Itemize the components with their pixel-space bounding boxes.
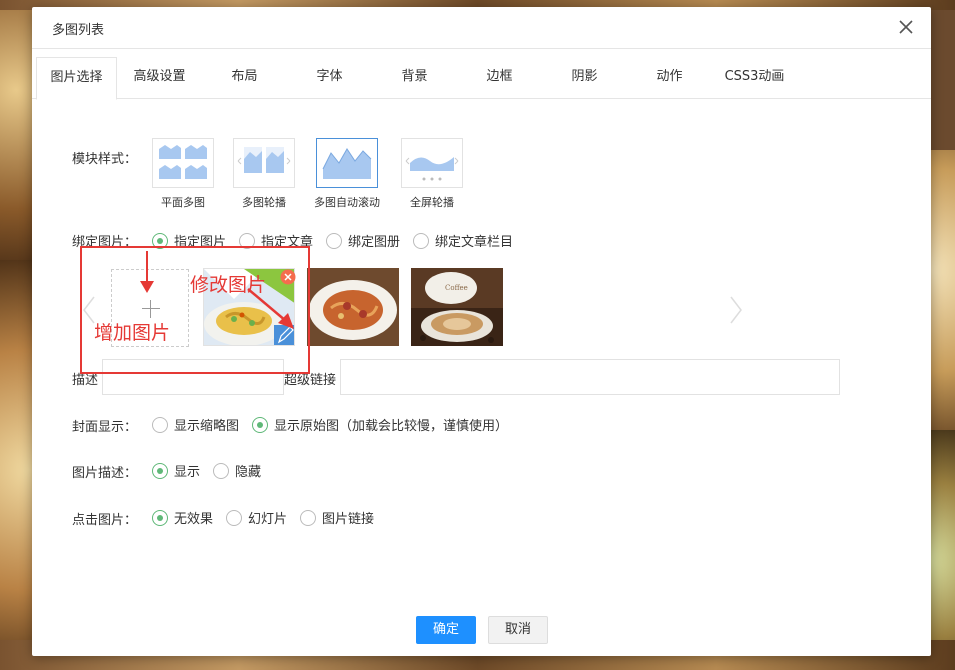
tab-background[interactable]: 背景 <box>387 57 442 99</box>
tab-action[interactable]: 动作 <box>642 57 697 99</box>
tab-border[interactable]: 边框 <box>472 57 527 99</box>
cover-display-label: 封面显示： <box>72 420 138 435</box>
radio-unchecked-icon <box>213 462 230 479</box>
radio-checked-icon <box>152 232 168 249</box>
radio-unchecked-icon <box>300 509 317 526</box>
cover-display-options: 显示缩略图 显示原始图（加载会比较慢，谨慎使用） <box>152 415 521 434</box>
link-input[interactable] <box>340 359 840 395</box>
description-input[interactable] <box>102 359 284 395</box>
multi-carousel-icon <box>233 138 295 188</box>
close-icon[interactable] <box>897 18 915 36</box>
annotation-edit-image: 修改图片 <box>190 274 267 296</box>
bind-image-label: 绑定图片： <box>72 235 138 250</box>
click-image-options: 无效果 幻灯片 图片链接 <box>152 508 387 527</box>
style-option-label: 全屏轮播 <box>410 196 454 209</box>
chevron-right-icon[interactable] <box>729 295 743 325</box>
radio-specify-image[interactable]: 指定图片 <box>152 231 226 250</box>
flat-multi-icon <box>152 138 214 188</box>
radio-bind-article-column[interactable]: 绑定文章栏目 <box>413 231 513 250</box>
confirm-button[interactable]: 确定 <box>416 616 476 644</box>
radio-show-thumbnail[interactable]: 显示缩略图 <box>152 415 239 434</box>
tab-advanced[interactable]: 高级设置 <box>122 57 197 99</box>
remove-image-icon[interactable] <box>280 269 296 285</box>
radio-unchecked-icon <box>152 416 168 433</box>
style-option-label: 平面多图 <box>161 196 205 209</box>
radio-specify-article[interactable]: 指定文章 <box>239 231 313 250</box>
description-label: 描述 <box>72 373 99 388</box>
radio-unchecked-icon <box>239 232 256 249</box>
tab-css3-animation[interactable]: CSS3动画 <box>717 57 792 99</box>
style-option-label: 多图轮播 <box>242 196 286 209</box>
auto-scroll-icon <box>316 138 378 188</box>
style-option-fullscreen[interactable]: 全屏轮播 <box>393 138 471 210</box>
radio-click-link[interactable]: 图片链接 <box>300 508 374 527</box>
edit-image-icon[interactable] <box>273 326 295 348</box>
radio-desc-hide[interactable]: 隐藏 <box>213 461 261 480</box>
radio-desc-show[interactable]: 显示 <box>152 461 200 480</box>
radio-show-original[interactable]: 显示原始图（加载会比较慢，谨慎使用） <box>252 415 508 434</box>
style-option-carousel[interactable]: 多图轮播 <box>225 138 303 210</box>
radio-checked-icon <box>252 416 269 433</box>
image-thumb-noodles[interactable] <box>307 268 399 346</box>
cancel-button[interactable]: 取消 <box>488 616 548 644</box>
click-image-label: 点击图片： <box>72 513 138 528</box>
tab-bar: 图片选择 高级设置 布局 字体 背景 边框 阴影 动作 CSS3动画 <box>32 57 931 100</box>
radio-bind-album[interactable]: 绑定图册 <box>326 231 400 250</box>
style-option-label: 多图自动滚动 <box>314 196 380 209</box>
tab-shadow[interactable]: 阴影 <box>557 57 612 99</box>
style-option-auto-scroll[interactable]: 多图自动滚动 <box>307 138 387 210</box>
link-label: 超级链接 <box>284 373 337 388</box>
radio-checked-icon <box>152 509 168 526</box>
multi-image-dialog: 多图列表 图片选择 高级设置 布局 字体 背景 边框 阴影 动作 CSS3动画 … <box>32 7 931 656</box>
style-option-flat[interactable]: 平面多图 <box>144 138 222 210</box>
svg-text:Coffee: Coffee <box>445 284 468 292</box>
tab-layout[interactable]: 布局 <box>217 57 272 99</box>
image-desc-options: 显示 隐藏 <box>152 461 274 480</box>
bind-image-options: 指定图片 指定文章 绑定图册 绑定文章栏目 <box>152 231 526 250</box>
dialog-titlebar: 多图列表 <box>32 7 931 49</box>
radio-checked-icon <box>152 462 168 479</box>
tab-font[interactable]: 字体 <box>302 57 357 99</box>
image-thumb-coffee[interactable]: Coffee <box>411 268 503 346</box>
radio-unchecked-icon <box>226 509 243 526</box>
module-style-label: 模块样式： <box>72 152 138 167</box>
tab-image-select[interactable]: 图片选择 <box>36 57 117 100</box>
fullscreen-carousel-icon <box>401 138 463 188</box>
radio-unchecked-icon <box>413 232 430 249</box>
radio-click-slideshow[interactable]: 幻灯片 <box>226 508 287 527</box>
image-desc-label: 图片描述： <box>72 466 138 481</box>
radio-unchecked-icon <box>326 232 343 249</box>
dialog-title: 多图列表 <box>52 23 105 38</box>
radio-click-none[interactable]: 无效果 <box>152 508 213 527</box>
annotation-add-image: 增加图片 <box>94 322 171 344</box>
